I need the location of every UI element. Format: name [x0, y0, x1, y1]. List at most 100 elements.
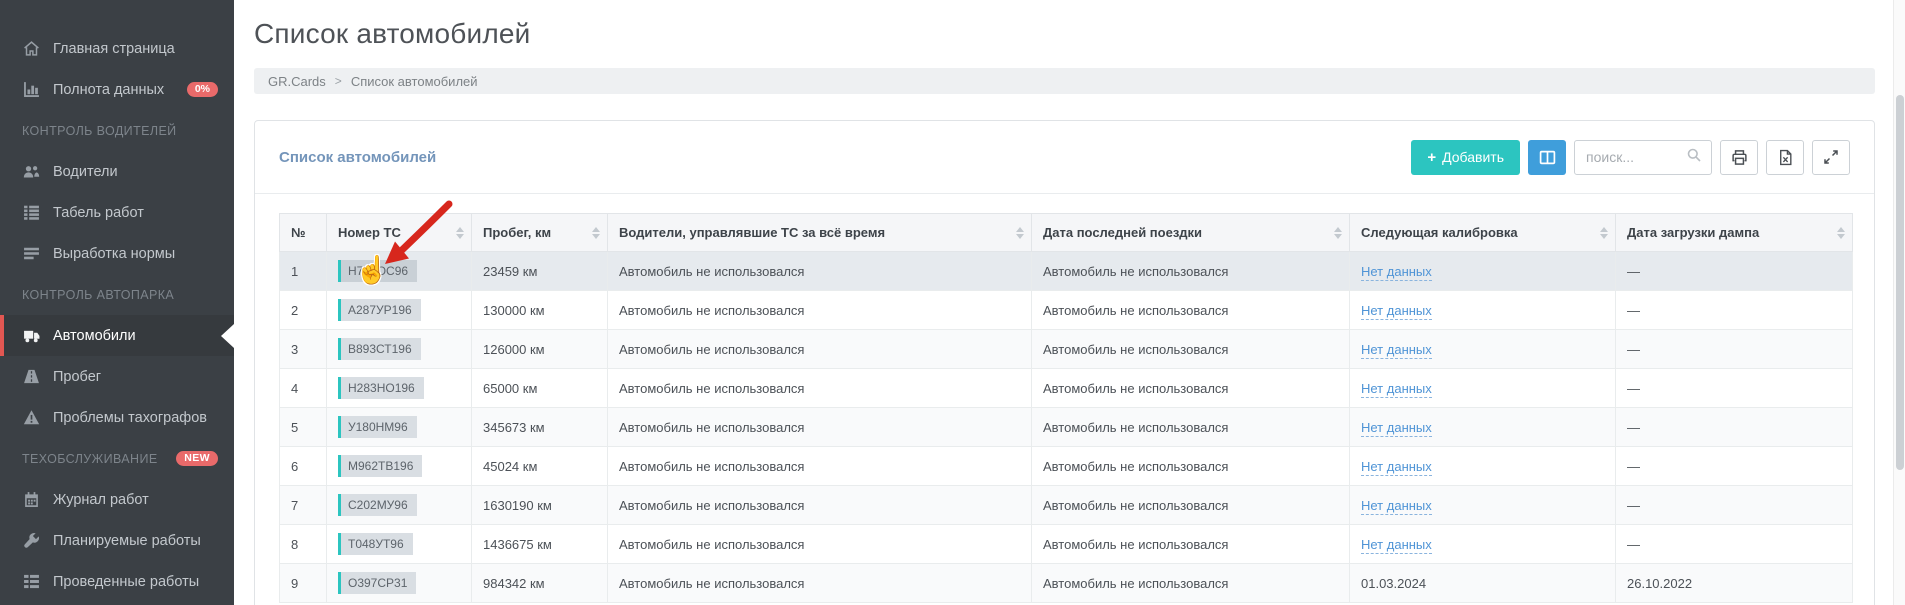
- no-data-link[interactable]: Нет данных: [1361, 498, 1432, 515]
- last-trip-status: Автомобиль не использовался: [1043, 264, 1228, 279]
- sidebar-label: Водители: [53, 164, 118, 180]
- last-trip-status: Автомобиль не использовался: [1043, 303, 1228, 318]
- sort-arrows-icon[interactable]: [592, 223, 600, 243]
- table-cell: Т048УТ96: [327, 525, 472, 564]
- add-vehicle-button[interactable]: + Добавить: [1411, 140, 1520, 175]
- sort-arrows-icon[interactable]: [1600, 223, 1608, 243]
- table-cell: С202МУ96: [327, 486, 472, 525]
- table-cell: 65000 км: [472, 369, 608, 408]
- no-data-link[interactable]: Нет данных: [1361, 381, 1432, 398]
- vehicle-plate-badge[interactable]: Н283НО196: [338, 377, 424, 399]
- sidebar-item-completed-works[interactable]: Проведенные работы: [0, 561, 234, 602]
- sidebar-item-home[interactable]: Главная страница: [0, 28, 234, 69]
- table-cell: Автомобиль не использовался: [1032, 369, 1350, 408]
- column-header[interactable]: Пробег, км: [472, 214, 608, 252]
- export-excel-button[interactable]: [1766, 140, 1804, 175]
- sidebar-item-timesheet[interactable]: Табель работ: [0, 192, 234, 233]
- no-data-link[interactable]: Нет данных: [1361, 264, 1432, 281]
- breadcrumb-separator: >: [335, 74, 342, 88]
- vehicle-plate-badge[interactable]: Т048УТ96: [338, 533, 413, 555]
- sidebar-label: Пробег: [53, 369, 101, 385]
- sidebar-item-norm-output[interactable]: Выработка нормы: [0, 233, 234, 274]
- no-data-link[interactable]: Нет данных: [1361, 459, 1432, 476]
- table-cell: Автомобиль не использовался: [1032, 291, 1350, 330]
- dump-date: —: [1627, 264, 1640, 279]
- sidebar-section-fleet-control: КОНТРОЛЬ АВТОПАРКА: [0, 274, 234, 315]
- breadcrumb-item-root[interactable]: GR.Cards: [268, 74, 326, 89]
- last-trip-status: Автомобиль не использовался: [1043, 459, 1228, 474]
- mileage-value: 65000 км: [483, 381, 537, 396]
- sidebar-item-planned-works[interactable]: Планируемые работы: [0, 520, 234, 561]
- last-trip-status: Автомобиль не использовался: [1043, 381, 1228, 396]
- column-header-label: Номер ТС: [338, 225, 401, 240]
- table-cell: Нет данных: [1350, 408, 1616, 447]
- sidebar-label: КОНТРОЛЬ АВТОПАРКА: [22, 288, 174, 302]
- no-data-link[interactable]: Нет данных: [1361, 342, 1432, 359]
- table-cell: А287УР196: [327, 291, 472, 330]
- sidebar: Главная страницаПолнота данных0% КОНТРОЛЬ…: [0, 0, 234, 605]
- sidebar-item-work-log[interactable]: Журнал работ: [0, 479, 234, 520]
- table-cell: Автомобиль не использовался: [608, 252, 1032, 291]
- table-row: 1Н727ОС9623459 кмАвтомобиль не использов…: [280, 252, 1853, 291]
- sidebar-item-tachograph-issues[interactable]: Проблемы тахографов: [0, 397, 234, 438]
- sort-arrows-icon[interactable]: [456, 223, 464, 243]
- table-cell: Автомобиль не использовался: [1032, 447, 1350, 486]
- vehicle-plate-badge[interactable]: А287УР196: [338, 299, 421, 321]
- table-row: 6М962ТВ19645024 кмАвтомобиль не использо…: [280, 447, 1853, 486]
- sidebar-item-cars[interactable]: Автомобили: [0, 315, 234, 356]
- vehicle-plate-badge[interactable]: У180НМ96: [338, 416, 417, 438]
- table-cell: Нет данных: [1350, 330, 1616, 369]
- truck-icon: [22, 327, 40, 345]
- row-number: 8: [291, 537, 298, 552]
- column-header[interactable]: Дата загрузки дампа: [1616, 214, 1853, 252]
- sidebar-label: Проведенные работы: [53, 574, 199, 590]
- no-data-link[interactable]: Нет данных: [1361, 420, 1432, 437]
- row-number: 7: [291, 498, 298, 513]
- column-header-label: Следующая калибровка: [1361, 225, 1518, 240]
- dump-date: —: [1627, 498, 1640, 513]
- vehicle-plate-badge[interactable]: С202МУ96: [338, 494, 417, 516]
- table-cell: 984342 км: [472, 564, 608, 603]
- search-input[interactable]: [1586, 149, 1686, 165]
- sidebar-item-mileage[interactable]: Пробег: [0, 356, 234, 397]
- column-header[interactable]: Водители, управлявшие ТС за всё время: [608, 214, 1032, 252]
- table-cell: 45024 км: [472, 447, 608, 486]
- column-settings-button[interactable]: [1528, 140, 1566, 175]
- table-cell: Н283НО196: [327, 369, 472, 408]
- print-button[interactable]: [1720, 140, 1758, 175]
- dump-date: —: [1627, 381, 1640, 396]
- no-data-link[interactable]: Нет данных: [1361, 303, 1432, 320]
- table-cell: 1436675 км: [472, 525, 608, 564]
- column-header[interactable]: Дата последней поездки: [1032, 214, 1350, 252]
- mileage-value: 345673 км: [483, 420, 545, 435]
- sidebar-label: Проблемы тахографов: [53, 410, 207, 426]
- vehicle-plate-badge[interactable]: О397СР31: [338, 572, 416, 594]
- sort-arrows-icon[interactable]: [1334, 223, 1342, 243]
- table-cell: —: [1616, 291, 1853, 330]
- last-trip-status: Автомобиль не использовался: [1043, 342, 1228, 357]
- vehicle-plate-badge[interactable]: В893СТ196: [338, 338, 421, 360]
- column-header[interactable]: Номер ТС: [327, 214, 472, 252]
- sort-arrows-icon[interactable]: [1837, 223, 1845, 243]
- column-header[interactable]: Следующая калибровка: [1350, 214, 1616, 252]
- sidebar-item-data-completeness[interactable]: Полнота данных0%: [0, 69, 234, 110]
- last-trip-status: Автомобиль не использовался: [1043, 420, 1228, 435]
- vehicle-plate-badge[interactable]: М962ТВ196: [338, 455, 422, 477]
- table-cell: О397СР31: [327, 564, 472, 603]
- panel-toolbar: + Добавить: [1411, 140, 1850, 175]
- column-header-label: Дата загрузки дампа: [1627, 225, 1759, 240]
- drivers-status: Автомобиль не использовался: [619, 342, 804, 357]
- row-number: 5: [291, 420, 298, 435]
- page-scrollbar[interactable]: [1893, 0, 1905, 605]
- sort-arrows-icon[interactable]: [1016, 223, 1024, 243]
- vehicle-plate-badge[interactable]: Н727ОС96: [338, 260, 417, 282]
- sidebar-item-drivers[interactable]: Водители: [0, 151, 234, 192]
- table-row: 8Т048УТ961436675 кмАвтомобиль не использ…: [280, 525, 1853, 564]
- no-data-link[interactable]: Нет данных: [1361, 537, 1432, 554]
- fullscreen-button[interactable]: [1812, 140, 1850, 175]
- list-icon: [22, 204, 40, 222]
- dump-date: —: [1627, 459, 1640, 474]
- scrollbar-thumb[interactable]: [1896, 95, 1904, 470]
- excel-file-icon: [1777, 149, 1794, 166]
- table-cell: 23459 км: [472, 252, 608, 291]
